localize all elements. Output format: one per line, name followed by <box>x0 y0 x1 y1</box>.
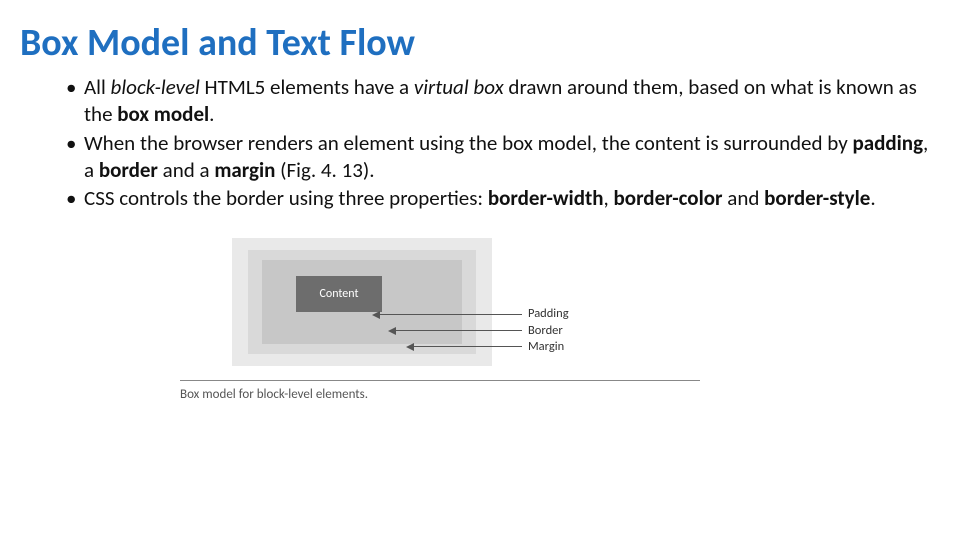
label-padding: Padding <box>528 306 569 321</box>
bullet-list: All block-level HTML5 elements have a vi… <box>20 74 940 212</box>
label-margin: Margin <box>528 339 564 354</box>
boxmodel-content-layer: Content <box>296 276 382 312</box>
figure: Content Padding Border Margin Box model … <box>180 238 780 402</box>
bullet-item: CSS controls the border using three prop… <box>66 185 940 212</box>
arrow-icon <box>394 330 522 331</box>
bullet-item: All block-level HTML5 elements have a vi… <box>66 74 940 128</box>
bullet-item: When the browser renders an element usin… <box>66 130 940 184</box>
figure-caption: Box model for block-level elements. <box>180 387 780 402</box>
arrow-icon <box>412 346 522 347</box>
label-border: Border <box>528 323 563 338</box>
boxmodel-border-layer: Content <box>248 250 476 354</box>
slide-title: Box Model and Text Flow <box>20 24 940 64</box>
arrow-icon <box>378 314 522 315</box>
slide: Box Model and Text Flow All block-level … <box>0 0 960 540</box>
boxmodel-padding-layer: Content <box>262 260 462 344</box>
caption-rule <box>180 380 700 381</box>
